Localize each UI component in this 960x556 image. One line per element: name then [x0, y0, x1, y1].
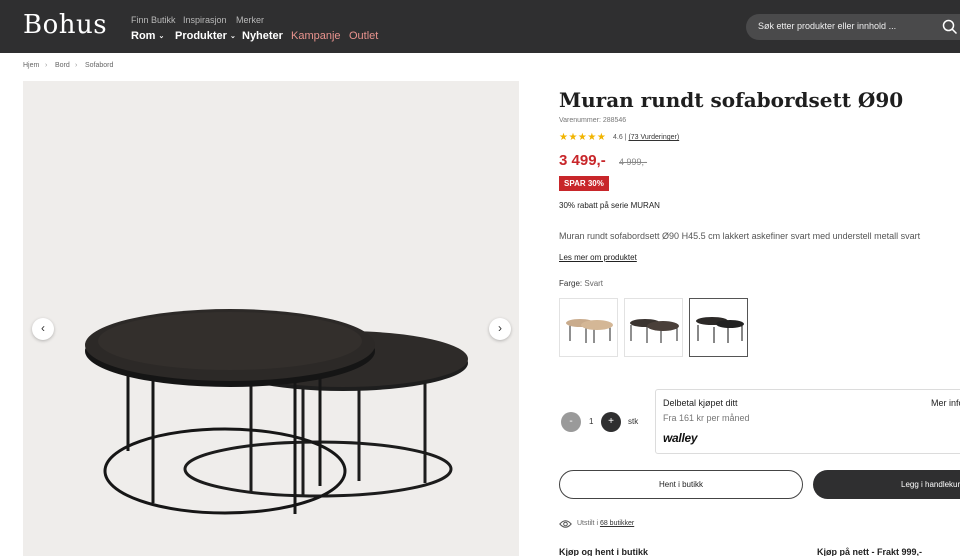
nav-produkter[interactable]: Produkter ⌄: [175, 30, 236, 42]
gallery-next-button[interactable]: ›: [489, 318, 511, 340]
read-more-link[interactable]: Les mer om produktet: [559, 253, 637, 262]
pickup-in-store-button[interactable]: Hent i butikk: [559, 470, 803, 499]
product-price: 3 499,-: [559, 152, 606, 169]
installment-title: Delbetal kjøpet ditt: [663, 398, 738, 408]
chevron-left-icon: ‹: [41, 321, 45, 335]
quantity-value[interactable]: 1: [589, 417, 593, 426]
product-sku: Varenummer: 288546: [559, 117, 627, 124]
star-rating-icon: ★★★★★: [559, 132, 607, 143]
nav-produkter-label: Produkter: [175, 30, 227, 42]
search-input[interactable]: Søk etter produkter eller innhold ...: [746, 14, 960, 40]
nav-rom-label: Rom: [131, 30, 156, 42]
stock-info: Utstilt i 68 butikker: [577, 520, 634, 527]
product-image: [85, 309, 468, 515]
nav-inspirasjon[interactable]: Inspirasjon: [183, 15, 227, 25]
nav-merker[interactable]: Merker: [236, 15, 264, 25]
installment-more-info-link[interactable]: Mer info: [931, 398, 960, 408]
swatch-eik-image: [566, 319, 613, 343]
product-title: Muran rundt sofabordsett Ø90: [559, 88, 904, 112]
buy-pickup-heading: Kjøp og hent i butikk: [559, 547, 648, 556]
quantity-increase-button[interactable]: +: [601, 412, 621, 432]
old-price: 4 999,-: [619, 157, 648, 167]
swatch-rokt-image: [630, 319, 679, 343]
rating-summary: 4.6 | (73 Vurderinger): [613, 134, 679, 141]
gallery-prev-button[interactable]: ‹: [32, 318, 54, 340]
quantity-unit: stk: [628, 417, 639, 426]
site-header: Bohus Finn Butikk Inspirasjon Merker Rom…: [0, 0, 960, 53]
breadcrumb-hjem[interactable]: Hjem: [23, 62, 39, 69]
bohus-logo[interactable]: Bohus: [23, 10, 107, 40]
reviews-link[interactable]: (73 Vurderinger): [628, 134, 679, 141]
promo-text: 30% rabatt på serie MURAN: [559, 201, 660, 210]
color-swatch-eik[interactable]: [559, 298, 618, 357]
product-gallery: ‹ ›: [23, 81, 519, 556]
product-description: Muran rundt sofabordsett Ø90 H45.5 cm la…: [559, 231, 921, 241]
breadcrumb-separator: ›: [45, 62, 48, 69]
stock-prefix: Utstilt i: [577, 520, 600, 527]
discount-badge: SPAR 30%: [559, 176, 609, 191]
color-swatch-rokt[interactable]: [624, 298, 683, 357]
nav-outlet[interactable]: Outlet: [349, 30, 378, 42]
color-label-value: Svart: [584, 279, 604, 288]
chevron-right-icon: ›: [498, 321, 502, 335]
chevron-down-icon: ⌄: [229, 33, 236, 40]
breadcrumb-sofabord[interactable]: Sofabord: [85, 62, 113, 69]
quantity-decrease-button[interactable]: -: [561, 412, 581, 432]
walley-logo: walley: [663, 431, 698, 445]
nav-kampanje[interactable]: Kampanje: [291, 30, 341, 42]
nav-finn-butikk[interactable]: Finn Butikk: [131, 15, 176, 25]
swatch-svart-image: [696, 317, 744, 343]
color-label: Farge: Svart: [559, 279, 603, 288]
search-icon[interactable]: [942, 19, 958, 35]
installment-subtitle: Fra 161 kr per måned: [663, 413, 750, 423]
rating-value: 4.6: [613, 134, 623, 141]
nav-nyheter[interactable]: Nyheter: [242, 30, 283, 42]
color-label-title: Farge:: [559, 279, 583, 288]
eye-icon: [559, 520, 572, 528]
stores-link[interactable]: 68 butikker: [600, 520, 634, 527]
search-placeholder: Søk etter produkter eller innhold ...: [758, 21, 897, 31]
nav-rom[interactable]: Rom ⌄: [131, 30, 164, 42]
color-swatch-svart[interactable]: [689, 298, 748, 357]
breadcrumb-separator: ›: [75, 62, 78, 69]
chevron-down-icon: ⌄: [158, 33, 165, 40]
breadcrumb-bord[interactable]: Bord: [55, 62, 70, 69]
buy-online-heading: Kjøp på nett - Frakt 999,-: [817, 547, 923, 556]
add-to-cart-button[interactable]: Legg i handlekurv: [813, 470, 960, 499]
installment-box: Delbetal kjøpet ditt Mer info Fra 161 kr…: [655, 389, 960, 454]
